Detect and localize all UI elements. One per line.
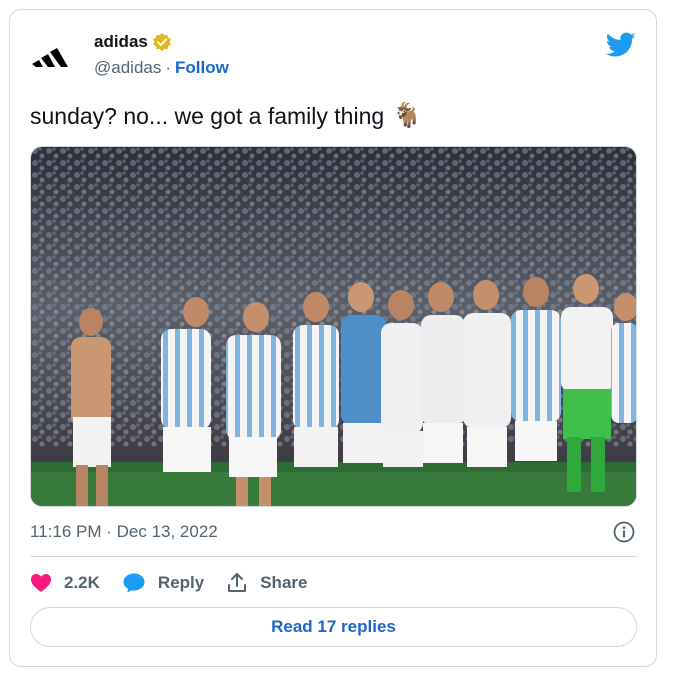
tweet-header: adidas @adidas · Follow bbox=[30, 30, 640, 82]
handle-row: @adidas · Follow bbox=[94, 56, 229, 80]
team-celebration-image bbox=[31, 147, 636, 506]
reply-bubble-icon bbox=[123, 573, 145, 593]
reply-label: Reply bbox=[157, 573, 205, 592]
goat-emoji: 🐐 bbox=[392, 102, 423, 129]
twitter-bird-icon[interactable] bbox=[606, 32, 636, 58]
tweet-meta: 11:16 PM · Dec 13, 2022 bbox=[30, 518, 637, 546]
tweet-actions: 2.2K Reply Share bbox=[30, 568, 329, 598]
share-button[interactable]: Share bbox=[226, 572, 307, 594]
display-name[interactable]: adidas bbox=[94, 30, 148, 54]
tweet-text: sunday? no... we got a family thing 🐐 bbox=[30, 101, 422, 131]
like-count: 2.2K bbox=[64, 573, 100, 592]
divider bbox=[30, 556, 637, 557]
handle[interactable]: @adidas bbox=[94, 56, 161, 80]
name-row: adidas bbox=[94, 30, 172, 54]
like-button[interactable]: 2.2K bbox=[30, 573, 100, 593]
tweet-body: sunday? no... we got a family thing bbox=[30, 103, 385, 129]
read-replies-button[interactable]: Read 17 replies bbox=[30, 607, 637, 647]
follow-button[interactable]: Follow bbox=[175, 56, 229, 80]
reply-button[interactable]: Reply bbox=[122, 572, 204, 594]
share-label: Share bbox=[260, 573, 308, 592]
info-icon[interactable] bbox=[613, 521, 635, 543]
heart-icon bbox=[31, 574, 51, 592]
verified-badge-icon bbox=[152, 33, 171, 51]
share-icon bbox=[228, 573, 247, 592]
separator-dot: · bbox=[165, 58, 172, 77]
tweet-photo[interactable] bbox=[30, 146, 637, 507]
adidas-logo-icon[interactable] bbox=[30, 38, 70, 72]
tweet-timestamp[interactable]: 11:16 PM · Dec 13, 2022 bbox=[30, 522, 218, 542]
